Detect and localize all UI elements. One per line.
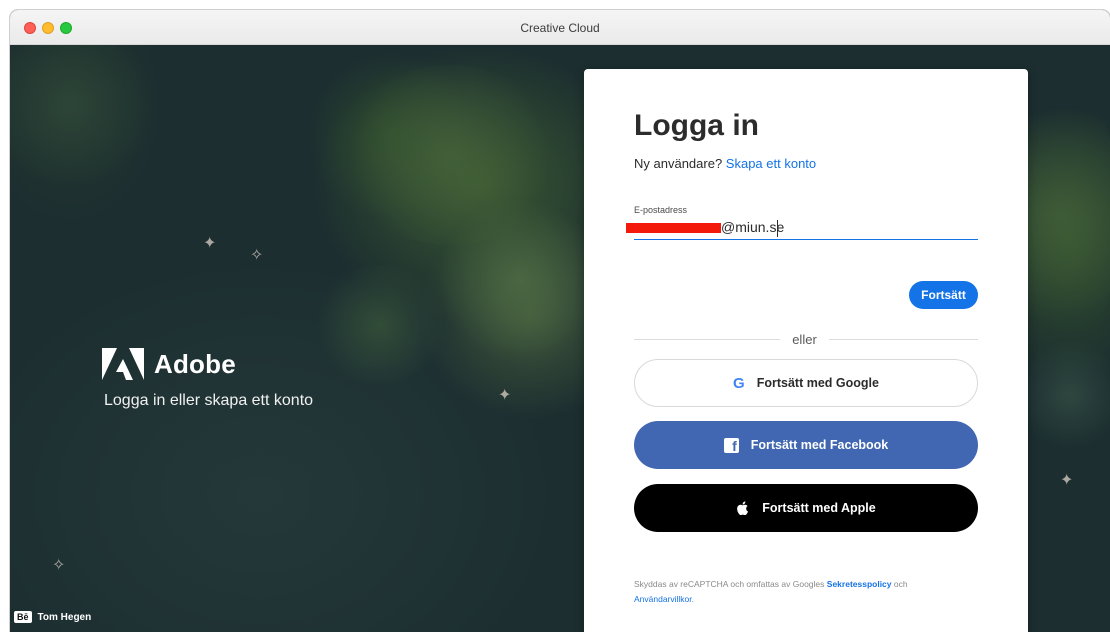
terms-link[interactable]: Användarvillkor <box>634 594 692 604</box>
adobe-brand: Adobe <box>102 348 236 380</box>
facebook-signin-button[interactable]: f Fortsätt med Facebook <box>634 421 978 469</box>
swimmer-decoration: ✦ <box>203 235 217 252</box>
google-signin-button[interactable]: G Fortsätt med Google <box>634 359 978 407</box>
privacy-policy-link[interactable]: Sekretesspolicy <box>827 579 892 589</box>
swimmer-decoration: ✦ <box>498 387 512 404</box>
legal-notice: Skyddas av reCAPTCHA och omfattas av Goo… <box>634 577 978 607</box>
apple-icon <box>737 501 749 516</box>
swimmer-decoration: ✧ <box>52 557 66 574</box>
credit-name: Tom Hegen <box>37 611 92 623</box>
divider-left <box>634 339 780 340</box>
legal-and: och <box>893 579 908 589</box>
continue-button[interactable]: Fortsätt <box>909 281 978 309</box>
redaction-bar <box>626 223 721 233</box>
facebook-icon: f <box>723 437 739 453</box>
login-card: Logga in Ny användare? Skapa ett konto E… <box>584 69 1028 632</box>
swimmer-decoration: ✦ <box>1060 472 1074 489</box>
apple-signin-button[interactable]: Fortsätt med Apple <box>634 484 978 532</box>
adobe-logo-icon <box>102 348 144 380</box>
facebook-button-label: Fortsätt med Facebook <box>750 438 889 452</box>
title-bar: Creative Cloud <box>10 10 1110 45</box>
window-title: Creative Cloud <box>520 21 600 35</box>
app-window: Creative Cloud ✦ ✧ ✦ ✧ ✦ Adobe Logga in … <box>10 10 1110 632</box>
google-button-label: Fortsätt med Google <box>756 376 879 390</box>
apple-button-label: Fortsätt med Apple <box>762 501 876 515</box>
email-label: E-postadress <box>634 205 688 215</box>
legal-prefix: Skyddas av reCAPTCHA och omfattas av Goo… <box>634 579 825 589</box>
new-user-text: Ny användare? <box>634 156 723 171</box>
legal-suffix: . <box>691 594 695 604</box>
create-account-link[interactable]: Skapa ett konto <box>726 156 816 171</box>
or-separator: eller <box>792 332 817 347</box>
photo-credit[interactable]: Bē Tom Hegen <box>14 611 91 623</box>
divider-right <box>829 339 978 340</box>
email-value: @miun.se <box>721 219 785 235</box>
swimmer-decoration: ✧ <box>250 247 264 264</box>
brand-name: Adobe <box>154 348 236 379</box>
page-title: Logga in <box>634 109 759 142</box>
behance-icon: Bē <box>14 611 32 623</box>
email-field[interactable]: @miun.se <box>626 218 978 240</box>
hero-tagline: Logga in eller skapa ett konto <box>104 392 314 409</box>
new-user-line: Ny användare? Skapa ett konto <box>634 156 816 171</box>
google-icon: G <box>733 374 745 392</box>
text-caret <box>777 220 778 237</box>
